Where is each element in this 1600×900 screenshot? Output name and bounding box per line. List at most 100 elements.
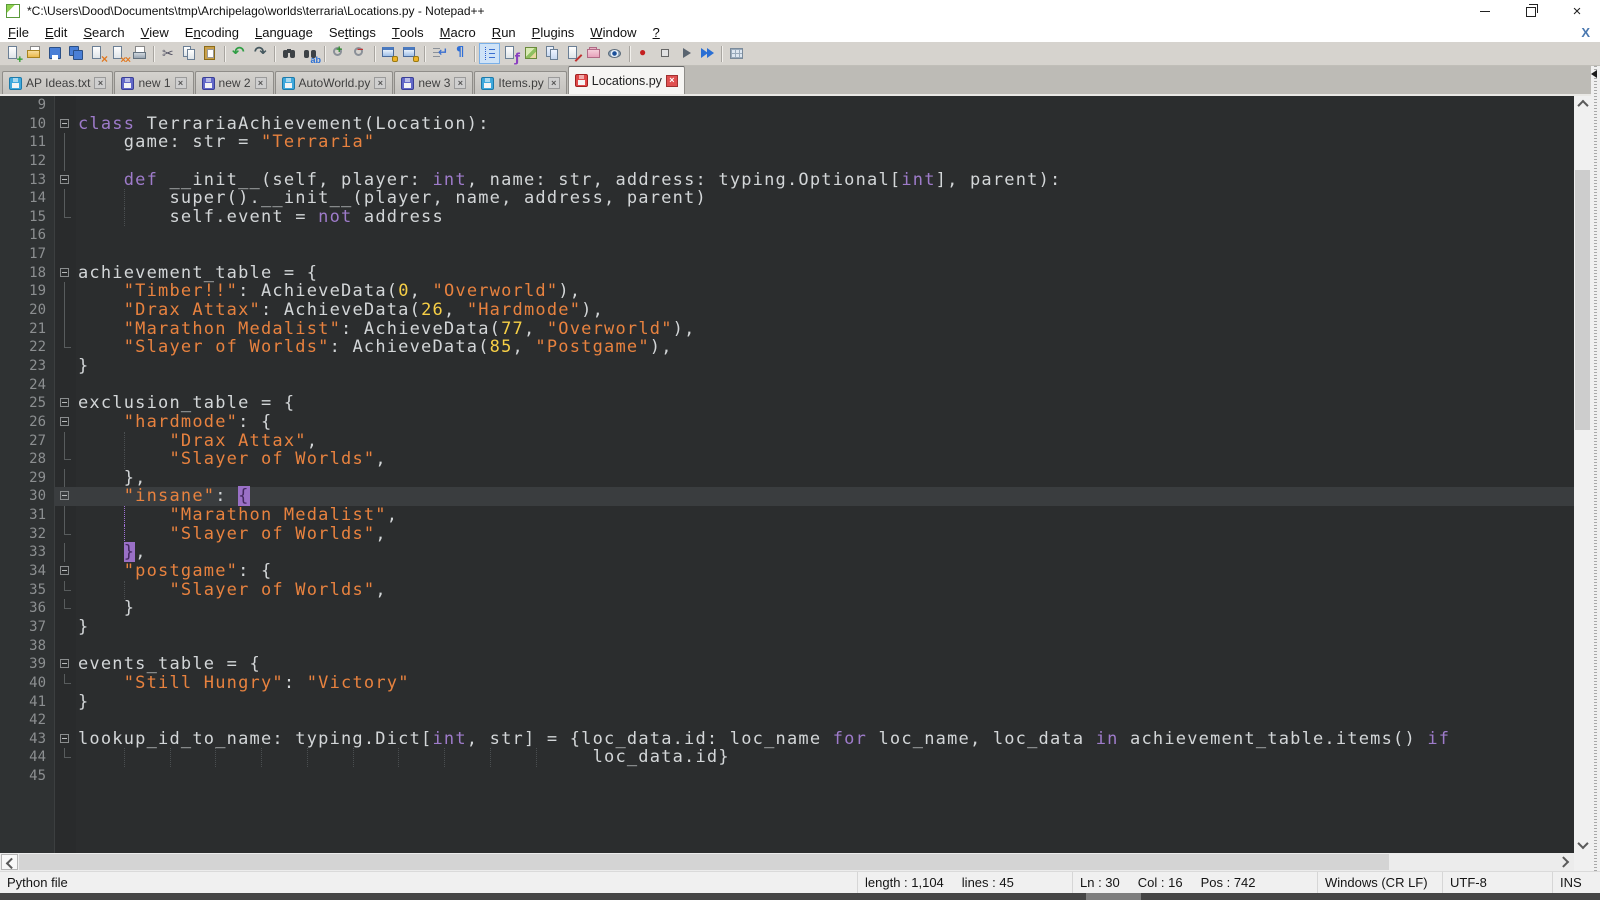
code-line[interactable]: 30 "insane": { (0, 487, 1574, 506)
menu-macro[interactable]: Macro (432, 22, 484, 42)
show-indent-guide-icon[interactable] (480, 44, 499, 63)
code-line[interactable]: 9 (0, 96, 1574, 115)
minimize-button[interactable] (1462, 0, 1508, 22)
document-switcher-icon[interactable] (543, 44, 562, 63)
tab-new-2[interactable]: new 2× (195, 71, 274, 94)
macro-run-multiple-icon[interactable] (698, 44, 717, 63)
code-line[interactable]: 12 (0, 152, 1574, 171)
show-all-characters-icon[interactable] (451, 44, 470, 63)
cut-icon[interactable] (159, 44, 178, 63)
function-list-icon[interactable] (501, 44, 520, 63)
tab-new-3[interactable]: new 3× (394, 71, 473, 94)
code-line[interactable]: 13 def __init__(self, player: int, name:… (0, 171, 1574, 190)
code-line[interactable]: 10class TerrariaAchievement(Location): (0, 115, 1574, 134)
scroll-down-arrow[interactable] (1574, 837, 1591, 853)
code-line[interactable]: 37} (0, 618, 1574, 637)
macro-play-icon[interactable] (677, 44, 696, 63)
vertical-scrollbar-thumb[interactable] (1575, 170, 1590, 430)
tab-autoworld-py[interactable]: AutoWorld.py× (275, 71, 394, 94)
menu-view[interactable]: View (133, 22, 177, 42)
close-document-icon[interactable] (88, 44, 107, 63)
fold-collapse-box[interactable] (56, 487, 76, 506)
code-line[interactable]: 16 (0, 226, 1574, 245)
restore-down-button[interactable] (1508, 0, 1554, 22)
code-editor[interactable]: 910class TerrariaAchievement(Location):1… (0, 96, 1574, 853)
fold-collapse-box[interactable] (56, 562, 76, 581)
tab-locations-py[interactable]: Locations.py× (568, 66, 685, 94)
code-line[interactable]: 21 "Marathon Medalist": AchieveData(77, … (0, 320, 1574, 339)
panel-collapse-arrow-icon[interactable] (1591, 70, 1597, 78)
tab-close-icon[interactable]: × (666, 75, 678, 87)
code-line[interactable]: 29 }, (0, 469, 1574, 488)
code-line[interactable]: 18achievement_table = { (0, 264, 1574, 283)
tab-close-icon[interactable]: × (175, 77, 187, 89)
scroll-left-arrow[interactable] (1, 854, 18, 870)
code-line[interactable]: 45 (0, 767, 1574, 786)
menu-window[interactable]: Window (582, 22, 644, 42)
menu-[interactable]: ? (645, 22, 668, 42)
save-all-icon[interactable] (67, 44, 86, 63)
replace-icon[interactable] (301, 44, 320, 63)
code-line[interactable]: 40 "Still Hungry": "Victory" (0, 674, 1574, 693)
menu-plugins[interactable]: Plugins (524, 22, 583, 42)
code-line[interactable]: 36 } (0, 599, 1574, 618)
code-line[interactable]: 31 "Marathon Medalist", (0, 506, 1574, 525)
code-line[interactable]: 19 "Timber!!": AchieveData(0, "Overworld… (0, 282, 1574, 301)
code-line[interactable]: 43lookup_id_to_name: typing.Dict[int, st… (0, 730, 1574, 749)
menu-encoding[interactable]: Encoding (177, 22, 247, 42)
menu-tools[interactable]: Tools (384, 22, 432, 42)
code-line[interactable]: 42 (0, 711, 1574, 730)
redo-icon[interactable] (251, 44, 270, 63)
menu-file[interactable]: File (0, 22, 37, 42)
close-all-documents-icon[interactable] (109, 44, 128, 63)
tab-close-icon[interactable]: × (548, 77, 560, 89)
status-eol-format[interactable]: Windows (CR LF) (1317, 872, 1442, 893)
tab-close-icon[interactable]: × (94, 77, 106, 89)
code-line[interactable]: 44 loc_data.id} (0, 748, 1574, 767)
close-button[interactable]: × (1554, 0, 1600, 22)
save-icon[interactable] (46, 44, 65, 63)
fold-collapse-box[interactable] (56, 413, 76, 432)
code-line[interactable]: 25exclusion_table = { (0, 394, 1574, 413)
status-encoding[interactable]: UTF-8 (1442, 872, 1552, 893)
fold-collapse-box[interactable] (56, 730, 76, 749)
tab-close-icon[interactable]: × (255, 77, 267, 89)
code-line[interactable]: 24 (0, 376, 1574, 395)
menu-language[interactable]: Language (247, 22, 321, 42)
code-line[interactable]: 22 "Slayer of Worlds": AchieveData(85, "… (0, 338, 1574, 357)
macro-save-icon[interactable] (727, 44, 746, 63)
fold-collapse-box[interactable] (56, 115, 76, 134)
word-wrap-icon[interactable] (430, 44, 449, 63)
menu-search[interactable]: Search (75, 22, 132, 42)
fold-collapse-box[interactable] (56, 171, 76, 190)
code-line[interactable]: 41} (0, 693, 1574, 712)
horizontal-scrollbar[interactable] (0, 853, 1574, 871)
print-icon[interactable] (130, 44, 149, 63)
code-line[interactable]: 11 game: str = "Terraria" (0, 133, 1574, 152)
code-line[interactable]: 38 (0, 637, 1574, 656)
file-browser-icon[interactable] (564, 44, 583, 63)
vertical-scrollbar[interactable] (1574, 96, 1591, 853)
fold-collapse-box[interactable] (56, 394, 76, 413)
open-file-icon[interactable] (25, 44, 44, 63)
horizontal-scrollbar-thumb[interactable] (19, 854, 1389, 870)
code-line[interactable]: 28 "Slayer of Worlds", (0, 450, 1574, 469)
tab-ap-ideas-txt[interactable]: AP Ideas.txt× (2, 71, 113, 94)
monitoring-icon[interactable] (606, 44, 625, 63)
paste-icon[interactable] (201, 44, 220, 63)
macro-stop-icon[interactable] (656, 44, 675, 63)
menu-edit[interactable]: Edit (37, 22, 75, 42)
status-insert-mode[interactable]: INS (1552, 872, 1600, 893)
folder-as-workspace-icon[interactable] (585, 44, 604, 63)
code-line[interactable]: 27 "Drax Attax", (0, 432, 1574, 451)
macro-record-icon[interactable] (635, 44, 654, 63)
tab-items-py[interactable]: Items.py× (474, 71, 566, 94)
code-line[interactable]: 15 self.event = not address (0, 208, 1574, 227)
zoom-in-icon[interactable] (330, 44, 349, 63)
fold-collapse-box[interactable] (56, 264, 76, 283)
copy-icon[interactable] (180, 44, 199, 63)
menu-settings[interactable]: Settings (321, 22, 384, 42)
tab-close-icon[interactable]: × (454, 77, 466, 89)
code-line[interactable]: 17 (0, 245, 1574, 264)
scroll-right-arrow[interactable] (1556, 854, 1573, 870)
